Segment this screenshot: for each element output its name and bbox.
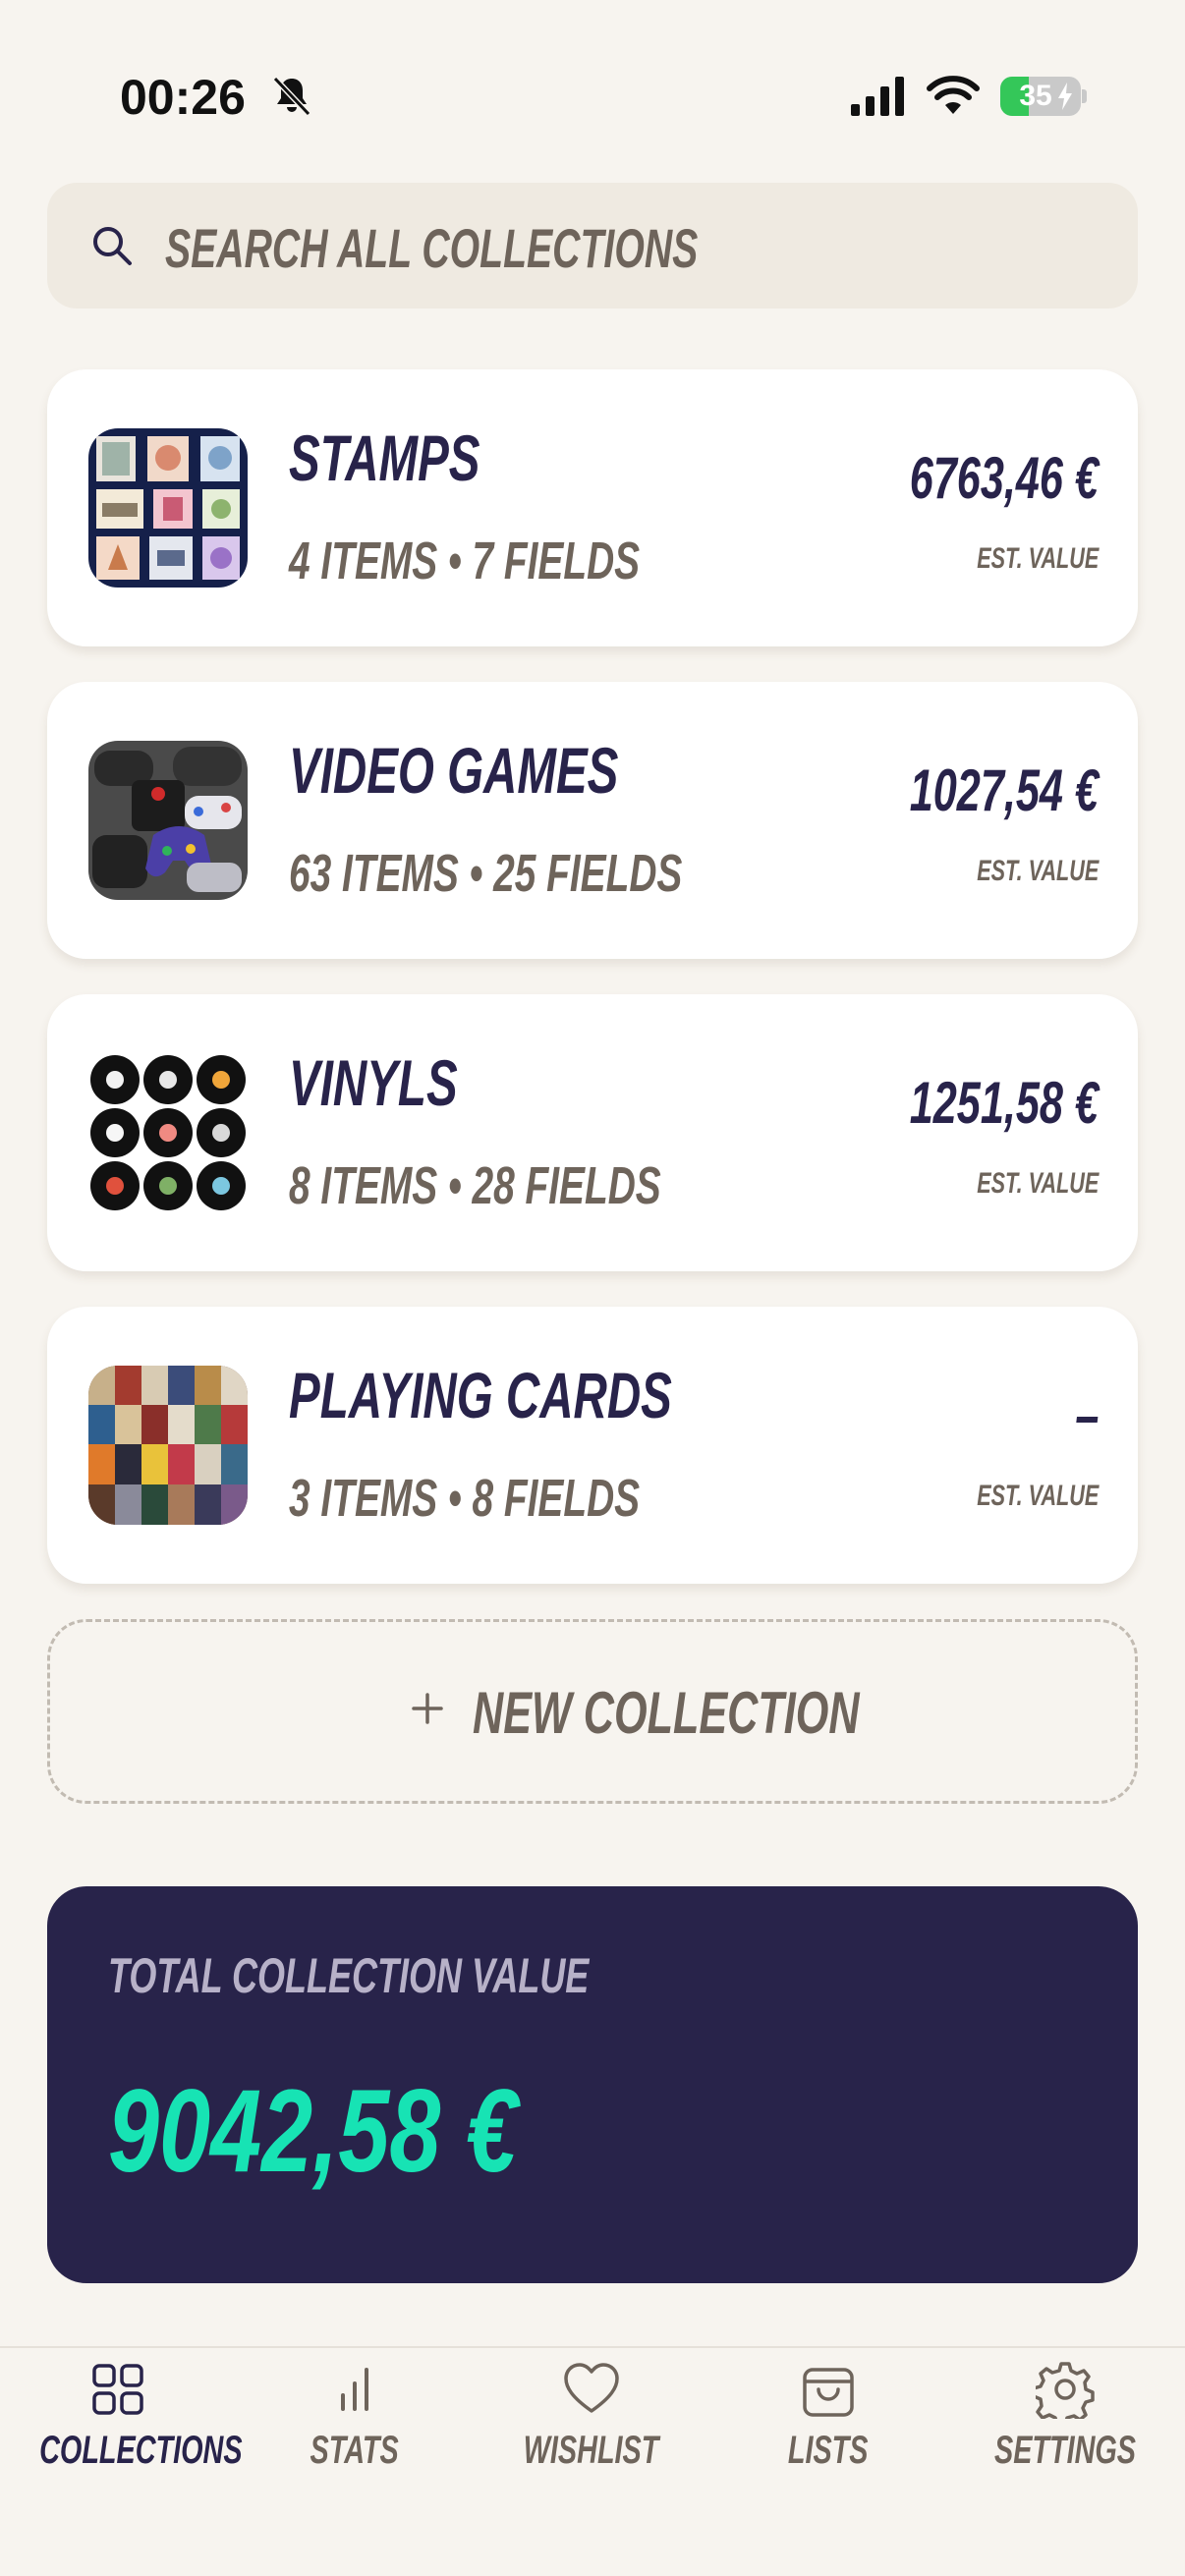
playing-cards-thumbnail xyxy=(88,1366,248,1525)
battery-indicator: 35 xyxy=(1000,77,1081,116)
video-games-thumbnail xyxy=(88,741,248,900)
tab-label: COLLECTIONS xyxy=(39,2429,243,2472)
est-value-label: EST. VALUE xyxy=(976,542,1099,575)
collection-value: 6763,46 € xyxy=(909,445,1099,511)
collection-meta: 63 ITEMS • 25 FIELDS xyxy=(289,844,683,903)
stamps-thumbnail xyxy=(88,428,248,588)
wifi-icon xyxy=(927,76,980,114)
search-bar[interactable]: SEARCH ALL COLLECTIONS xyxy=(47,183,1138,308)
collection-meta: 8 ITEMS • 28 FIELDS xyxy=(289,1156,661,1215)
new-collection-label: NEW COLLECTION xyxy=(473,1680,860,1746)
charging-bolt-icon xyxy=(1058,83,1072,110)
status-time: 00:26 xyxy=(120,70,246,125)
est-value-label: EST. VALUE xyxy=(976,1167,1099,1200)
collection-name: STAMPS xyxy=(289,421,480,494)
vinyls-thumbnail xyxy=(88,1053,248,1212)
status-bar: 00:26 35 xyxy=(0,0,1185,187)
collection-name: VINYLS xyxy=(289,1046,458,1119)
tab-stats[interactable]: STATS xyxy=(237,2348,473,2545)
search-icon xyxy=(93,227,132,265)
collection-meta: 4 ITEMS • 7 FIELDS xyxy=(289,532,641,590)
tab-label: LISTS xyxy=(788,2429,869,2472)
collection-value: – xyxy=(1074,1382,1099,1448)
collection-value: 1027,54 € xyxy=(909,757,1099,823)
collection-name: VIDEO GAMES xyxy=(289,734,619,807)
total-value-card: TOTAL COLLECTION VALUE 9042,58 € xyxy=(47,1886,1138,2283)
tab-settings[interactable]: SETTINGS xyxy=(947,2348,1183,2545)
bottom-tab-bar: COLLECTIONS STATS WISHLIST LISTS SETTING… xyxy=(0,2346,1185,2576)
total-value-amount: 9042,58 € xyxy=(108,2065,518,2197)
battery-cap xyxy=(1082,89,1087,103)
est-value-label: EST. VALUE xyxy=(976,1480,1099,1512)
collection-card-vinyls[interactable]: VINYLS 8 ITEMS • 28 FIELDS 1251,58 € EST… xyxy=(47,994,1138,1271)
tab-label: SETTINGS xyxy=(993,2429,1137,2472)
collection-card-video-games[interactable]: VIDEO GAMES 63 ITEMS • 25 FIELDS 1027,54… xyxy=(47,682,1138,959)
grid-icon xyxy=(92,2364,143,2415)
collection-value: 1251,58 € xyxy=(909,1070,1099,1136)
tab-label: WISHLIST xyxy=(524,2429,659,2472)
tab-collections[interactable]: COLLECTIONS xyxy=(0,2348,243,2545)
bag-icon xyxy=(803,2368,854,2417)
plus-icon xyxy=(412,1693,443,1724)
collection-name: PLAYING CARDS xyxy=(289,1359,672,1431)
search-placeholder: SEARCH ALL COLLECTIONS xyxy=(165,217,699,279)
est-value-label: EST. VALUE xyxy=(976,855,1099,887)
tab-label: STATS xyxy=(310,2429,400,2472)
new-collection-button[interactable]: NEW COLLECTION xyxy=(47,1619,1138,1804)
collection-card-playing-cards[interactable]: PLAYING CARDS 3 ITEMS • 8 FIELDS – EST. … xyxy=(47,1307,1138,1584)
cellular-signal-icon xyxy=(851,77,904,116)
muted-bell-icon xyxy=(272,76,311,117)
bar-chart-icon xyxy=(341,2368,368,2411)
collection-card-stamps[interactable]: STAMPS 4 ITEMS • 7 FIELDS 6763,46 € EST.… xyxy=(47,369,1138,646)
tab-lists[interactable]: LISTS xyxy=(710,2348,946,2545)
heart-icon xyxy=(564,2363,619,2413)
total-value-label: TOTAL COLLECTION VALUE xyxy=(108,1948,590,2003)
gear-icon xyxy=(1036,2362,1095,2419)
collection-meta: 3 ITEMS • 8 FIELDS xyxy=(289,1469,641,1528)
tab-wishlist[interactable]: WISHLIST xyxy=(474,2348,709,2545)
